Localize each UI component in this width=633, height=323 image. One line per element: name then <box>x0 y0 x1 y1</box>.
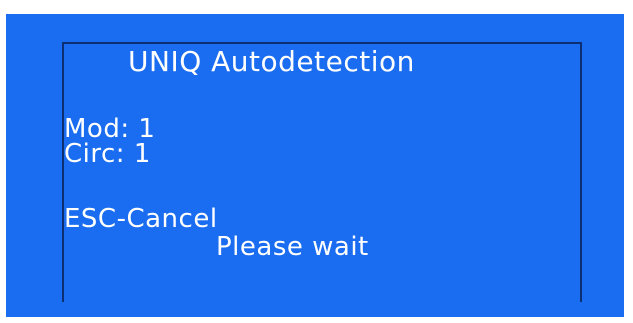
screen-title: UNIQ Autodetection <box>128 45 415 78</box>
cancel-hint[interactable]: ESC-Cancel <box>64 206 218 232</box>
status-message: Please wait <box>216 232 369 262</box>
circuit-count: Circ: 1 <box>64 139 151 169</box>
lcd-screen: UNIQ Autodetection Mod: 1 Circ: 1 ESC-Ca… <box>62 42 582 302</box>
